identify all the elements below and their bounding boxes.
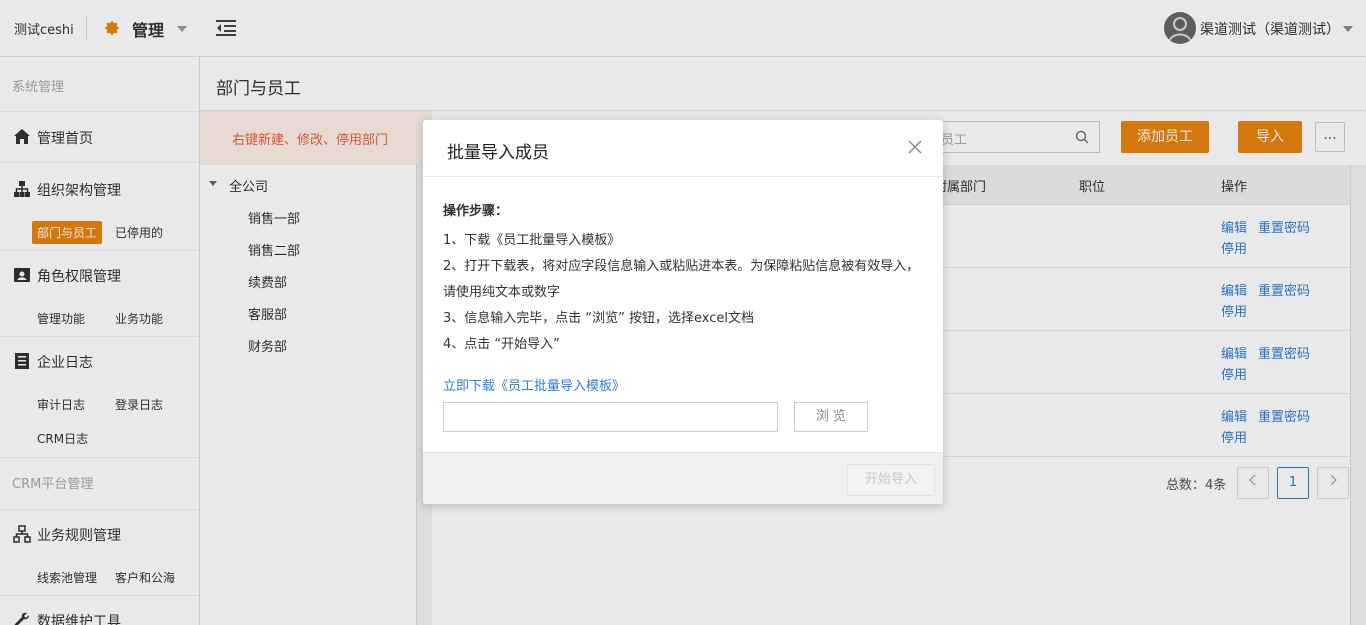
browse-button[interactable]: 浏 览 (794, 402, 868, 432)
step-item: 2、打开下载表，将对应字段信息输入或粘贴进本表。为保障粘贴信息被有效导入，请使用… (443, 259, 920, 300)
batch-import-dialog: 批量导入成员 操作步骤： 1、下载《员工批量导入模板》 2、打开下载表，将对应字… (423, 120, 943, 504)
download-template-link[interactable]: 立即下载《员工批量导入模板》 (443, 375, 625, 394)
step-item: 3、信息输入完毕，点击 “浏览” 按钮，选择excel文档 (443, 311, 754, 326)
file-path-input[interactable] (443, 402, 778, 432)
divider (423, 176, 943, 177)
dialog-footer: 开始导入 (423, 452, 943, 504)
step-item: 1、下载《员工批量导入模板》 (443, 233, 621, 248)
steps-heading: 操作步骤： (443, 204, 509, 219)
close-icon[interactable] (907, 139, 923, 155)
start-import-button[interactable]: 开始导入 (847, 464, 935, 496)
step-item: 4、点击 “开始导入” (443, 337, 560, 352)
dialog-title: 批量导入成员 (447, 143, 549, 163)
